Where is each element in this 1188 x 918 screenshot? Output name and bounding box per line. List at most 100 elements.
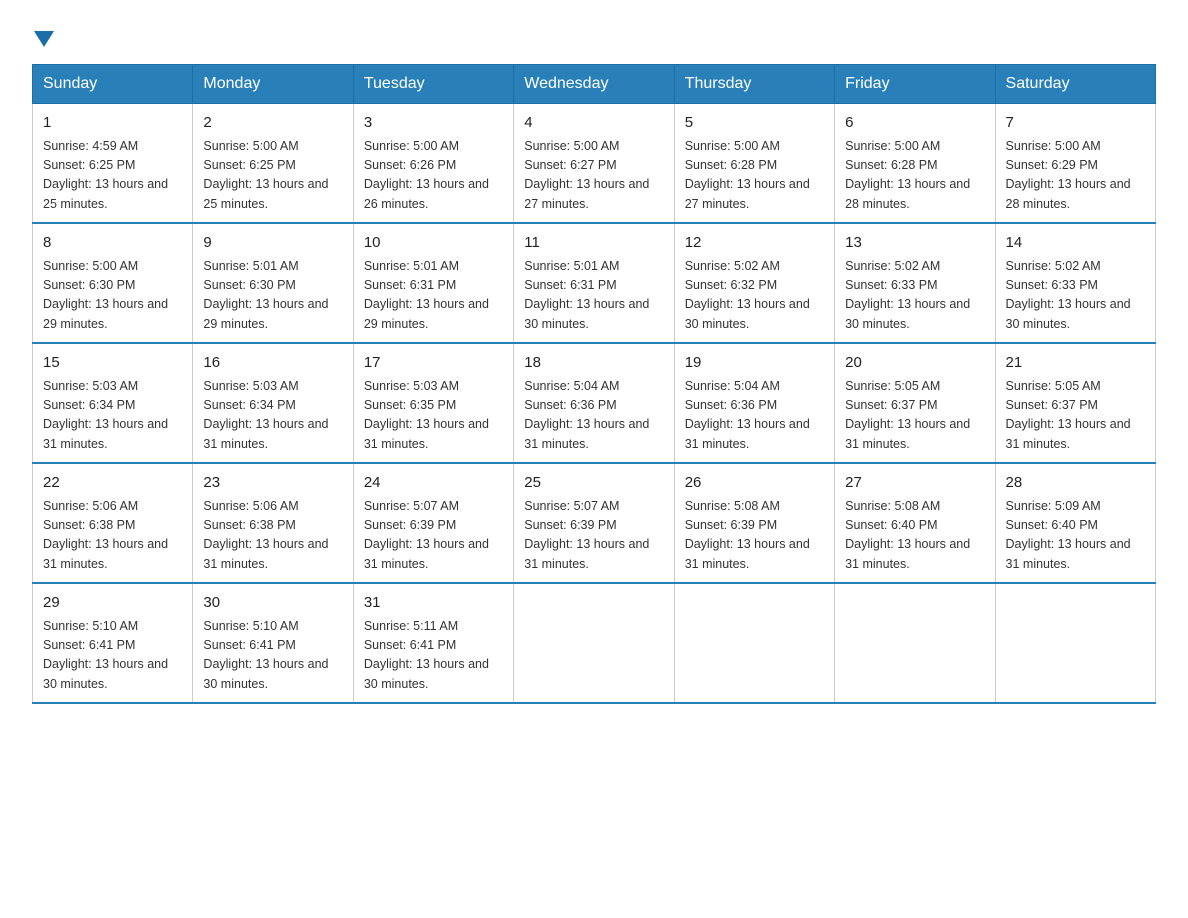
- calendar-cell: 29Sunrise: 5:10 AMSunset: 6:41 PMDayligh…: [33, 583, 193, 703]
- header-monday: Monday: [193, 65, 353, 104]
- day-number: 25: [524, 472, 663, 495]
- calendar-cell: 30Sunrise: 5:10 AMSunset: 6:41 PMDayligh…: [193, 583, 353, 703]
- calendar-cell: 31Sunrise: 5:11 AMSunset: 6:41 PMDayligh…: [353, 583, 513, 703]
- calendar-cell: 4Sunrise: 5:00 AMSunset: 6:27 PMDaylight…: [514, 104, 674, 224]
- day-info: Sunrise: 5:03 AMSunset: 6:34 PMDaylight:…: [43, 377, 182, 455]
- week-row-5: 29Sunrise: 5:10 AMSunset: 6:41 PMDayligh…: [33, 583, 1156, 703]
- day-number: 23: [203, 472, 342, 495]
- day-info: Sunrise: 5:02 AMSunset: 6:33 PMDaylight:…: [1006, 257, 1145, 335]
- calendar-cell: 19Sunrise: 5:04 AMSunset: 6:36 PMDayligh…: [674, 343, 834, 463]
- week-row-1: 1Sunrise: 4:59 AMSunset: 6:25 PMDaylight…: [33, 104, 1156, 224]
- day-number: 5: [685, 112, 824, 135]
- day-info: Sunrise: 5:08 AMSunset: 6:40 PMDaylight:…: [845, 497, 984, 575]
- calendar-cell: [995, 583, 1155, 703]
- day-number: 24: [364, 472, 503, 495]
- day-info: Sunrise: 5:02 AMSunset: 6:33 PMDaylight:…: [845, 257, 984, 335]
- week-row-2: 8Sunrise: 5:00 AMSunset: 6:30 PMDaylight…: [33, 223, 1156, 343]
- day-number: 9: [203, 232, 342, 255]
- day-number: 22: [43, 472, 182, 495]
- day-number: 28: [1006, 472, 1145, 495]
- day-info: Sunrise: 5:00 AMSunset: 6:28 PMDaylight:…: [685, 137, 824, 215]
- calendar-cell: 3Sunrise: 5:00 AMSunset: 6:26 PMDaylight…: [353, 104, 513, 224]
- day-info: Sunrise: 5:10 AMSunset: 6:41 PMDaylight:…: [203, 617, 342, 695]
- calendar-cell: 2Sunrise: 5:00 AMSunset: 6:25 PMDaylight…: [193, 104, 353, 224]
- day-number: 27: [845, 472, 984, 495]
- day-number: 19: [685, 352, 824, 375]
- calendar-header: SundayMondayTuesdayWednesdayThursdayFrid…: [33, 65, 1156, 104]
- day-number: 8: [43, 232, 182, 255]
- day-info: Sunrise: 5:05 AMSunset: 6:37 PMDaylight:…: [845, 377, 984, 455]
- day-info: Sunrise: 5:00 AMSunset: 6:29 PMDaylight:…: [1006, 137, 1145, 215]
- calendar-cell: 21Sunrise: 5:05 AMSunset: 6:37 PMDayligh…: [995, 343, 1155, 463]
- day-info: Sunrise: 5:01 AMSunset: 6:30 PMDaylight:…: [203, 257, 342, 335]
- day-number: 18: [524, 352, 663, 375]
- calendar-cell: 9Sunrise: 5:01 AMSunset: 6:30 PMDaylight…: [193, 223, 353, 343]
- day-info: Sunrise: 5:06 AMSunset: 6:38 PMDaylight:…: [203, 497, 342, 575]
- header-saturday: Saturday: [995, 65, 1155, 104]
- day-number: 20: [845, 352, 984, 375]
- calendar-cell: 24Sunrise: 5:07 AMSunset: 6:39 PMDayligh…: [353, 463, 513, 583]
- day-number: 12: [685, 232, 824, 255]
- calendar-cell: 26Sunrise: 5:08 AMSunset: 6:39 PMDayligh…: [674, 463, 834, 583]
- calendar-cell: 15Sunrise: 5:03 AMSunset: 6:34 PMDayligh…: [33, 343, 193, 463]
- day-number: 21: [1006, 352, 1145, 375]
- calendar-cell: 8Sunrise: 5:00 AMSunset: 6:30 PMDaylight…: [33, 223, 193, 343]
- header-friday: Friday: [835, 65, 995, 104]
- day-number: 15: [43, 352, 182, 375]
- calendar-cell: 12Sunrise: 5:02 AMSunset: 6:32 PMDayligh…: [674, 223, 834, 343]
- page-header: [32, 24, 1156, 52]
- day-info: Sunrise: 5:11 AMSunset: 6:41 PMDaylight:…: [364, 617, 503, 695]
- day-number: 14: [1006, 232, 1145, 255]
- header-sunday: Sunday: [33, 65, 193, 104]
- header-tuesday: Tuesday: [353, 65, 513, 104]
- day-info: Sunrise: 5:07 AMSunset: 6:39 PMDaylight:…: [364, 497, 503, 575]
- day-info: Sunrise: 4:59 AMSunset: 6:25 PMDaylight:…: [43, 137, 182, 215]
- day-number: 29: [43, 592, 182, 615]
- calendar-cell: 11Sunrise: 5:01 AMSunset: 6:31 PMDayligh…: [514, 223, 674, 343]
- calendar-cell: 13Sunrise: 5:02 AMSunset: 6:33 PMDayligh…: [835, 223, 995, 343]
- calendar-cell: [835, 583, 995, 703]
- logo-general-line: [32, 24, 54, 52]
- day-number: 31: [364, 592, 503, 615]
- day-number: 1: [43, 112, 182, 135]
- calendar-cell: 16Sunrise: 5:03 AMSunset: 6:34 PMDayligh…: [193, 343, 353, 463]
- day-info: Sunrise: 5:03 AMSunset: 6:34 PMDaylight:…: [203, 377, 342, 455]
- day-info: Sunrise: 5:09 AMSunset: 6:40 PMDaylight:…: [1006, 497, 1145, 575]
- calendar-cell: 17Sunrise: 5:03 AMSunset: 6:35 PMDayligh…: [353, 343, 513, 463]
- header-wednesday: Wednesday: [514, 65, 674, 104]
- day-number: 4: [524, 112, 663, 135]
- day-info: Sunrise: 5:00 AMSunset: 6:28 PMDaylight:…: [845, 137, 984, 215]
- day-info: Sunrise: 5:00 AMSunset: 6:25 PMDaylight:…: [203, 137, 342, 215]
- day-number: 7: [1006, 112, 1145, 135]
- calendar-cell: 18Sunrise: 5:04 AMSunset: 6:36 PMDayligh…: [514, 343, 674, 463]
- day-info: Sunrise: 5:05 AMSunset: 6:37 PMDaylight:…: [1006, 377, 1145, 455]
- calendar-cell: 10Sunrise: 5:01 AMSunset: 6:31 PMDayligh…: [353, 223, 513, 343]
- day-info: Sunrise: 5:07 AMSunset: 6:39 PMDaylight:…: [524, 497, 663, 575]
- week-row-3: 15Sunrise: 5:03 AMSunset: 6:34 PMDayligh…: [33, 343, 1156, 463]
- day-info: Sunrise: 5:10 AMSunset: 6:41 PMDaylight:…: [43, 617, 182, 695]
- day-info: Sunrise: 5:04 AMSunset: 6:36 PMDaylight:…: [524, 377, 663, 455]
- day-info: Sunrise: 5:00 AMSunset: 6:27 PMDaylight:…: [524, 137, 663, 215]
- day-info: Sunrise: 5:00 AMSunset: 6:26 PMDaylight:…: [364, 137, 503, 215]
- calendar-cell: 27Sunrise: 5:08 AMSunset: 6:40 PMDayligh…: [835, 463, 995, 583]
- calendar-cell: 1Sunrise: 4:59 AMSunset: 6:25 PMDaylight…: [33, 104, 193, 224]
- calendar-cell: 28Sunrise: 5:09 AMSunset: 6:40 PMDayligh…: [995, 463, 1155, 583]
- day-info: Sunrise: 5:00 AMSunset: 6:30 PMDaylight:…: [43, 257, 182, 335]
- calendar-cell: 6Sunrise: 5:00 AMSunset: 6:28 PMDaylight…: [835, 104, 995, 224]
- day-number: 30: [203, 592, 342, 615]
- day-info: Sunrise: 5:06 AMSunset: 6:38 PMDaylight:…: [43, 497, 182, 575]
- week-row-4: 22Sunrise: 5:06 AMSunset: 6:38 PMDayligh…: [33, 463, 1156, 583]
- calendar-cell: 20Sunrise: 5:05 AMSunset: 6:37 PMDayligh…: [835, 343, 995, 463]
- day-number: 11: [524, 232, 663, 255]
- calendar-cell: 7Sunrise: 5:00 AMSunset: 6:29 PMDaylight…: [995, 104, 1155, 224]
- day-info: Sunrise: 5:01 AMSunset: 6:31 PMDaylight:…: [524, 257, 663, 335]
- day-number: 2: [203, 112, 342, 135]
- day-number: 10: [364, 232, 503, 255]
- header-row: SundayMondayTuesdayWednesdayThursdayFrid…: [33, 65, 1156, 104]
- header-thursday: Thursday: [674, 65, 834, 104]
- calendar-cell: 23Sunrise: 5:06 AMSunset: 6:38 PMDayligh…: [193, 463, 353, 583]
- calendar-table: SundayMondayTuesdayWednesdayThursdayFrid…: [32, 64, 1156, 704]
- day-number: 13: [845, 232, 984, 255]
- calendar-cell: 5Sunrise: 5:00 AMSunset: 6:28 PMDaylight…: [674, 104, 834, 224]
- calendar-cell: 14Sunrise: 5:02 AMSunset: 6:33 PMDayligh…: [995, 223, 1155, 343]
